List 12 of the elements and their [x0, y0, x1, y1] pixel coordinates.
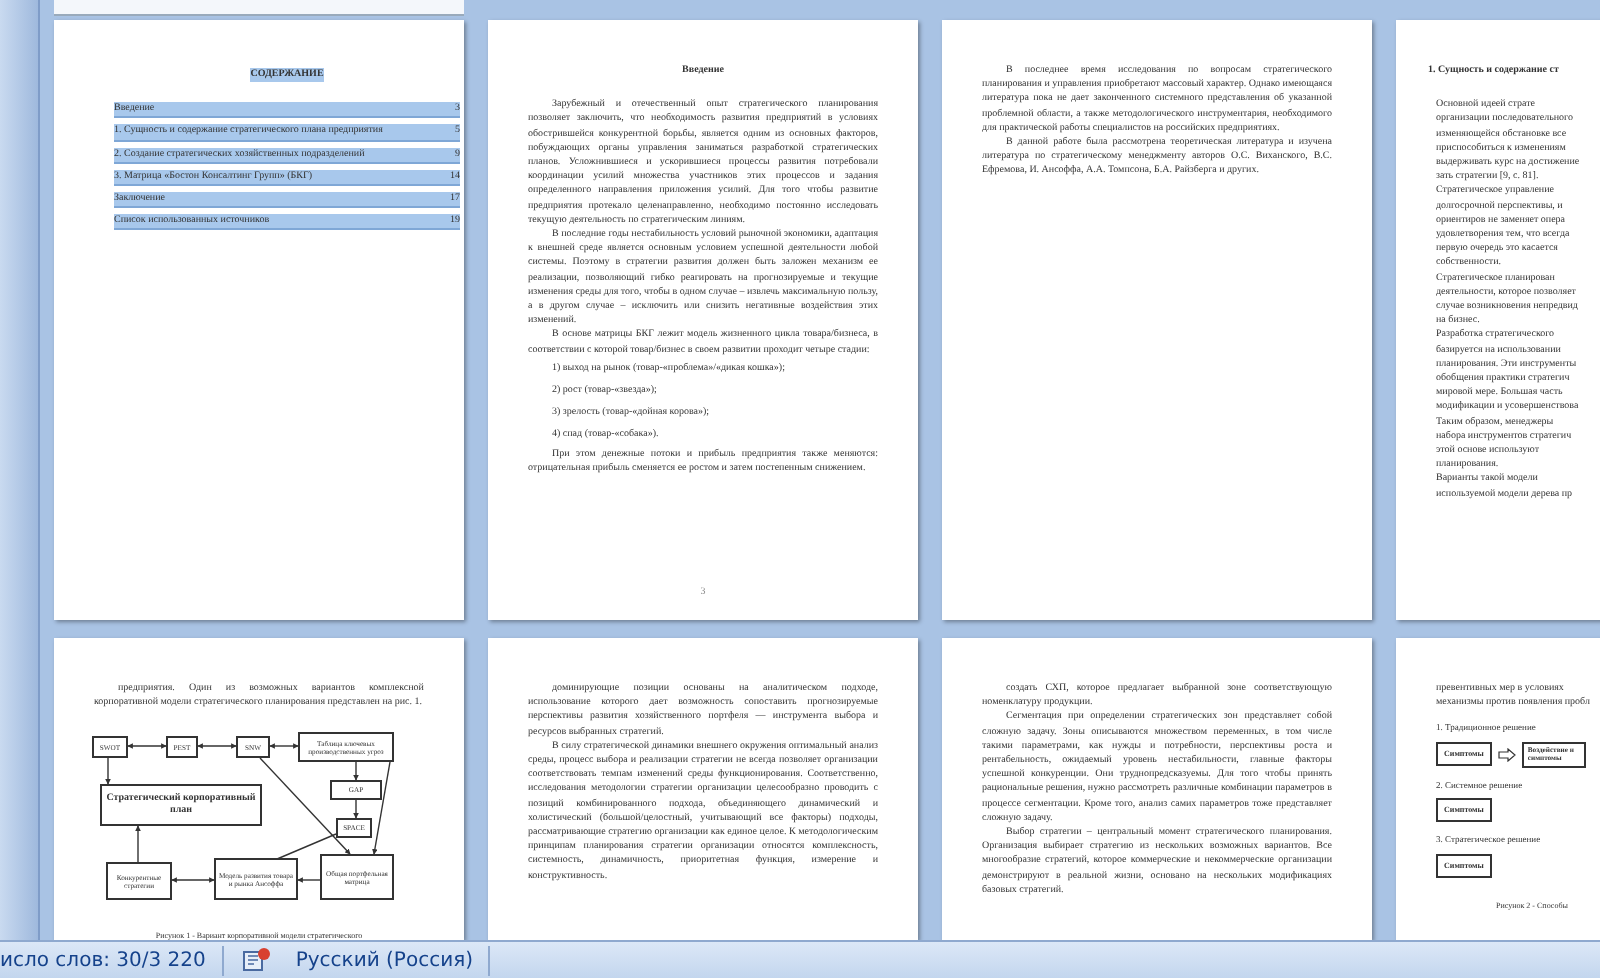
arrow-icon [1497, 747, 1516, 762]
arrow [127, 744, 167, 750]
proofing-icon[interactable] [239, 946, 272, 974]
arrow [372, 762, 391, 856]
arrow [171, 878, 215, 884]
arrow [197, 744, 237, 750]
word-count: исло слов: 30/3 220 [0, 947, 206, 975]
arrow [135, 826, 141, 864]
arrow [297, 878, 321, 884]
arrow [105, 758, 111, 786]
language-indicator[interactable]: Русский (Россия) [295, 945, 473, 975]
arrow [269, 744, 299, 750]
